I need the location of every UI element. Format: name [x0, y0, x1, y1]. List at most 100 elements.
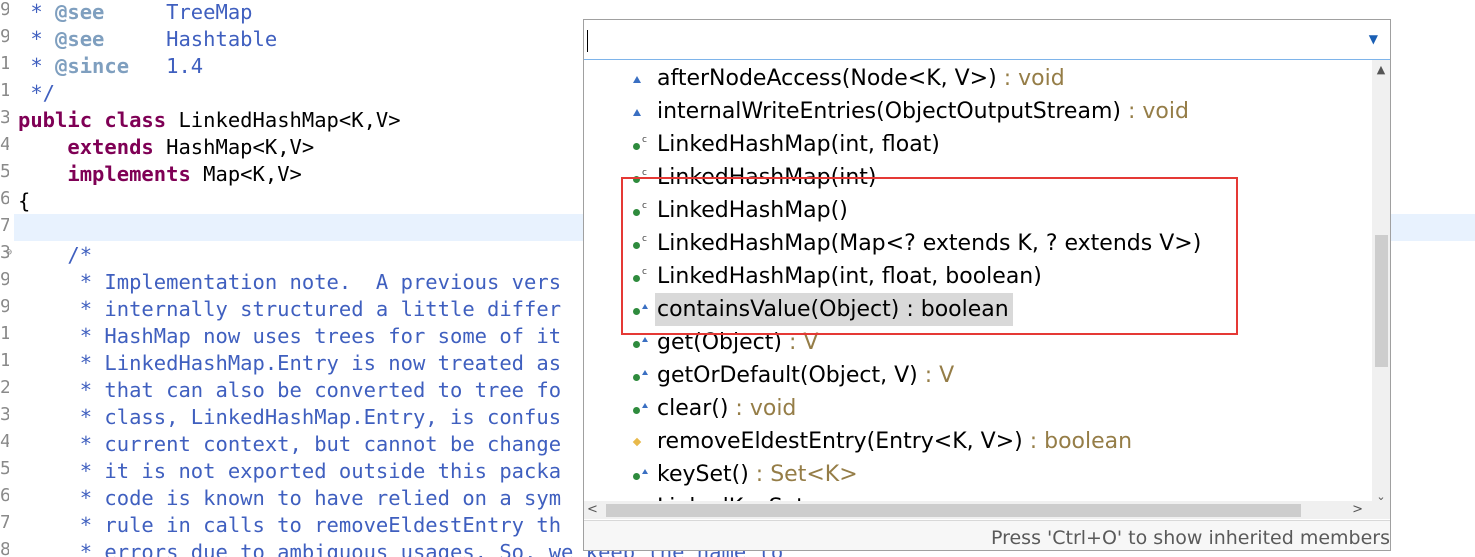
- code-line[interactable]: * HashMap now uses trees for some of it: [18, 323, 561, 350]
- code-line[interactable]: implements Map<K,V>: [18, 161, 302, 188]
- code-token: public class: [18, 108, 179, 132]
- code-token: * it is not exported outside this packa: [18, 459, 562, 483]
- outline-item-name: afterNodeAccess(Node<K, V>): [657, 66, 997, 91]
- code-token: {: [18, 189, 31, 213]
- code-line[interactable]: * Implementation note. A previous vers: [18, 269, 561, 296]
- line-number: 7: [0, 215, 9, 236]
- code-token: *: [18, 27, 56, 51]
- line-number: 5: [0, 458, 9, 479]
- code-token: @since: [55, 54, 130, 78]
- inherited-members-hint: Press 'Ctrl+O' to show inherited members: [990, 527, 1390, 549]
- code-token: @see: [55, 0, 105, 24]
- vertical-scrollbar[interactable]: ▲ ⌄: [1372, 60, 1390, 503]
- outline-item[interactable]: LinkedKeySet: [657, 491, 805, 501]
- outline-item-return-type: : Set<K>: [748, 462, 858, 487]
- outline-status-bar: Press 'Ctrl+O' to show inherited members: [584, 520, 1390, 550]
- line-number: 1: [0, 350, 9, 371]
- outline-item[interactable]: clear() : void: [657, 392, 796, 425]
- vertical-scroll-thumb[interactable]: [1375, 235, 1388, 367]
- code-token: * current context, but cannot be change: [18, 432, 562, 456]
- line-number: 7: [0, 512, 9, 533]
- outline-item[interactable]: internalWriteEntries(ObjectOutputStream)…: [657, 95, 1189, 128]
- code-token: *: [18, 0, 56, 24]
- code-line[interactable]: * internally structured a little differ: [18, 296, 561, 323]
- line-number: 3: [0, 107, 9, 128]
- line-number: 1: [0, 80, 9, 101]
- outline-item[interactable]: LinkedHashMap(int, float): [657, 128, 940, 161]
- code-token: * internally structured a little differ: [18, 297, 562, 321]
- code-line[interactable]: public class LinkedHashMap<K,V>: [18, 107, 401, 134]
- code-line[interactable]: {: [18, 188, 30, 215]
- text-caret: [587, 30, 588, 52]
- outline-filter-box[interactable]: ▼: [584, 20, 1390, 60]
- public-method-icon: [633, 337, 648, 351]
- code-token: @see: [55, 27, 105, 51]
- outline-item[interactable]: keySet() : Set<K>: [657, 458, 858, 491]
- line-number: 1: [0, 323, 9, 344]
- outline-item-name: getOrDefault(Object, V): [657, 363, 918, 388]
- quick-outline-popup[interactable]: ▼ afterNodeAccess(Node<K, V>) : void inte…: [583, 19, 1391, 551]
- code-line[interactable]: extends HashMap<K,V>: [18, 134, 314, 161]
- fold-toggle-icon[interactable]: ⊖: [6, 247, 12, 258]
- outline-item-return-type: : void: [996, 66, 1065, 91]
- code-token: * rule in calls to removeEldestEntry th: [18, 513, 562, 537]
- line-number: 5: [0, 161, 9, 182]
- line-number: 4: [0, 431, 9, 452]
- horizontal-scroll-thumb[interactable]: [606, 504, 1301, 517]
- outline-item-return-type: : void: [1120, 99, 1189, 124]
- code-line[interactable]: * @see Hashtable: [18, 26, 277, 53]
- code-token: HashMap<K,V>: [166, 135, 315, 159]
- outline-item[interactable]: afterNodeAccess(Node<K, V>) : void: [657, 62, 1065, 95]
- default-method-icon: [632, 436, 647, 450]
- code-line[interactable]: * rule in calls to removeEldestEntry th: [18, 512, 561, 539]
- code-line[interactable]: */: [18, 80, 55, 107]
- scroll-up-arrow-icon[interactable]: ▲: [1372, 63, 1390, 76]
- outline-item[interactable]: getOrDefault(Object, V) : V: [657, 359, 954, 392]
- public-method-icon: [633, 469, 648, 483]
- code-line[interactable]: * code is known to have relied on a sym: [18, 485, 561, 512]
- outline-item-name: clear(): [657, 396, 729, 421]
- code-token: LinkedHashMap<K,V>: [178, 108, 401, 132]
- line-number: 4: [0, 134, 9, 155]
- code-line[interactable]: /*: [18, 242, 92, 269]
- code-token: */: [18, 81, 56, 105]
- line-number: 9: [0, 26, 9, 47]
- code-line[interactable]: * LinkedHashMap.Entry is now treated as: [18, 350, 561, 377]
- code-line[interactable]: * current context, but cannot be change: [18, 431, 561, 458]
- line-number: 9: [0, 269, 9, 290]
- public-method-icon: [633, 370, 648, 384]
- outline-item[interactable]: removeEldestEntry(Entry<K, V>) : boolean: [657, 425, 1132, 458]
- code-line[interactable]: * @since 1.4: [18, 53, 203, 80]
- code-token: implements: [18, 162, 204, 186]
- code-token: TreeMap: [104, 0, 253, 24]
- code-line[interactable]: * @see TreeMap: [18, 0, 253, 26]
- code-token: * code is known to have relied on a sym: [18, 486, 562, 510]
- code-token: /*: [18, 243, 93, 267]
- code-token: 1.4: [129, 54, 204, 78]
- code-line[interactable]: * class, LinkedHashMap.Entry, is confus: [18, 404, 561, 431]
- line-number: 2: [0, 377, 9, 398]
- scroll-right-arrow-icon[interactable]: >: [1352, 501, 1363, 519]
- outline-filter-input[interactable]: [586, 24, 1350, 54]
- outline-item-name: removeEldestEntry(Entry<K, V>): [657, 429, 1023, 454]
- code-token: Hashtable: [104, 27, 278, 51]
- code-line[interactable]: * it is not exported outside this packa: [18, 458, 561, 485]
- outline-item-name: LinkedHashMap(int, float): [657, 132, 940, 157]
- line-number: 3: [0, 404, 9, 425]
- outline-list[interactable]: afterNodeAccess(Node<K, V>) : void intern…: [584, 60, 1372, 501]
- line-number: 9: [0, 0, 9, 20]
- protected-method-icon: [633, 73, 647, 87]
- horizontal-scrollbar[interactable]: < >: [584, 501, 1372, 519]
- line-number: 6: [0, 485, 9, 506]
- code-token: * that can also be converted to tree fo: [18, 378, 562, 402]
- code-token: extends: [18, 135, 167, 159]
- code-line[interactable]: * that can also be converted to tree fo: [18, 377, 561, 404]
- line-number: 9: [0, 296, 9, 317]
- code-token: * LinkedHashMap.Entry is now treated as: [18, 351, 562, 375]
- outline-item-return-type: : boolean: [1022, 429, 1133, 454]
- view-menu-chevron-down-icon[interactable]: ▼: [1369, 32, 1378, 46]
- code-token: *: [18, 54, 56, 78]
- constructors-highlight-box: [621, 177, 1238, 335]
- line-number: 6: [0, 188, 9, 209]
- scroll-left-arrow-icon[interactable]: <: [587, 501, 598, 519]
